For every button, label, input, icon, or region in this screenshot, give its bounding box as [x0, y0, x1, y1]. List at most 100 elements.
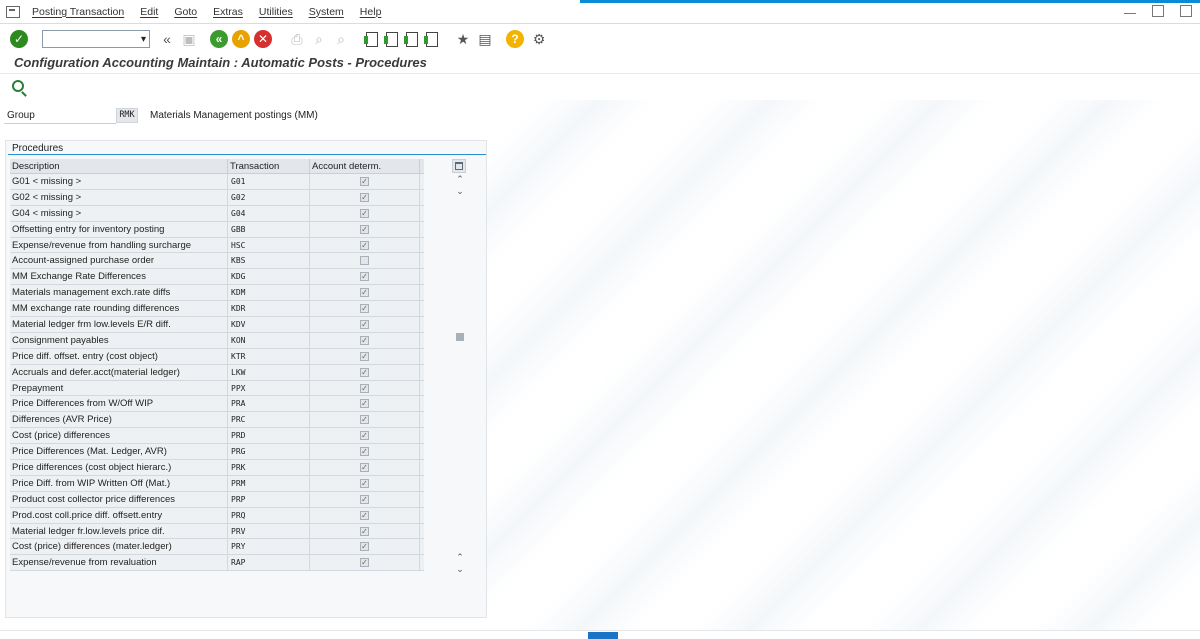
- customize-icon[interactable]: ⚙: [531, 31, 547, 47]
- account-determ-checkbox[interactable]: ✓: [360, 447, 369, 457]
- account-determ-checkbox[interactable]: ✓: [360, 240, 369, 250]
- table-row[interactable]: Expense/revenue from handling surcharge H…: [10, 237, 424, 254]
- account-determ-checkbox[interactable]: ✓: [360, 558, 369, 568]
- group-field[interactable]: RMK: [116, 108, 138, 123]
- command-field[interactable]: ▾: [42, 30, 150, 48]
- account-determ-checkbox[interactable]: ✓: [360, 510, 369, 520]
- table-row[interactable]: MM exchange rate rounding differences KDR…: [10, 301, 424, 318]
- column-settings-button[interactable]: [452, 159, 466, 173]
- collapse-icon[interactable]: «: [159, 31, 175, 47]
- table-row[interactable]: Expense/revenue from revaluation RAP ✓: [10, 555, 424, 572]
- account-determ-checkbox[interactable]: ✓: [360, 272, 369, 282]
- account-determ-checkbox[interactable]: ✓: [360, 542, 369, 552]
- account-determ-checkbox[interactable]: ✓: [360, 399, 369, 409]
- cell-description: Offsetting entry for inventory posting: [10, 221, 228, 237]
- table-row[interactable]: Cost (price) differences (mater.ledger) P…: [10, 539, 424, 556]
- cell-account-determ: ✓: [310, 285, 420, 301]
- table-row[interactable]: Offsetting entry for inventory posting GB…: [10, 221, 424, 238]
- account-determ-checkbox[interactable]: ✓: [360, 304, 369, 314]
- scroll-down-icon[interactable]: ⌄: [454, 185, 466, 197]
- account-determ-checkbox[interactable]: ✓: [360, 176, 369, 186]
- table-row[interactable]: Product cost collector price differences…: [10, 491, 424, 508]
- account-determ-checkbox[interactable]: ✓: [360, 431, 369, 441]
- account-determ-checkbox[interactable]: ✓: [360, 415, 369, 425]
- table-row[interactable]: Price diff. offset. entry (cost object) K…: [10, 348, 424, 365]
- account-determ-checkbox[interactable]: ✓: [360, 478, 369, 488]
- table-row[interactable]: MM Exchange Rate Differences KDG ✓: [10, 269, 424, 286]
- account-determ-checkbox[interactable]: ✓: [360, 351, 369, 361]
- scroll-up-icon[interactable]: ⌃: [454, 173, 466, 185]
- table-row[interactable]: Differences (AVR Price) PRC ✓: [10, 412, 424, 429]
- account-determ-checkbox[interactable]: ✓: [360, 494, 369, 504]
- close-icon[interactable]: [1180, 5, 1192, 17]
- account-determ-checkbox[interactable]: ✓: [360, 208, 369, 218]
- help-icon[interactable]: ?: [506, 30, 524, 48]
- previous-page-icon[interactable]: [384, 31, 398, 47]
- table-row[interactable]: Cost (price) differences PRD ✓: [10, 428, 424, 445]
- menu-edit[interactable]: Edit: [140, 6, 158, 18]
- details-button[interactable]: [12, 80, 30, 96]
- table-row[interactable]: Consignment payables KON ✓: [10, 332, 424, 349]
- cancel-icon[interactable]: ✕: [254, 30, 272, 48]
- system-menu-icon[interactable]: [6, 5, 20, 18]
- standard-toolbar: ✓ ▾ « ▣ « ^ ✕ ⎙ ⌕ ⌕ ★ ▤ ? ⚙: [0, 24, 1200, 54]
- menu-extras[interactable]: Extras: [213, 6, 243, 18]
- account-determ-checkbox[interactable]: ✓: [360, 288, 369, 298]
- menu-goto[interactable]: Goto: [174, 6, 197, 18]
- shortcut-icon[interactable]: ▤: [477, 31, 493, 47]
- cell-transaction: KDG: [228, 269, 310, 285]
- account-determ-checkbox[interactable]: ✓: [360, 383, 369, 393]
- enter-icon[interactable]: ✓: [10, 30, 28, 48]
- print-icon[interactable]: ⎙: [289, 31, 305, 47]
- account-determ-checkbox[interactable]: ✓: [360, 192, 369, 202]
- account-determ-checkbox[interactable]: ✓: [360, 526, 369, 536]
- vertical-scrollbar[interactable]: ⌃ ⌄: [454, 173, 466, 571]
- page-down-icon[interactable]: ⌄: [454, 563, 466, 575]
- account-determ-checkbox[interactable]: ✓: [360, 462, 369, 472]
- table-row[interactable]: Materials management exch.rate diffs KDM ✓: [10, 285, 424, 302]
- table-row[interactable]: Price Differences from W/Off WIP PRA ✓: [10, 396, 424, 413]
- minimize-icon[interactable]: [1124, 5, 1136, 14]
- account-determ-checkbox[interactable]: ✓: [360, 335, 369, 345]
- account-determ-checkbox[interactable]: ✓: [360, 319, 369, 329]
- table-row[interactable]: G04 < missing > G04 ✓: [10, 205, 424, 222]
- menu-help[interactable]: Help: [360, 6, 382, 18]
- last-page-icon[interactable]: [424, 31, 438, 47]
- cell-account-determ: ✓: [310, 523, 420, 539]
- chevron-down-icon[interactable]: ▾: [141, 34, 146, 45]
- menu-utilities[interactable]: Utilities: [259, 6, 293, 18]
- table-row[interactable]: Accruals and defer.acct(material ledger)…: [10, 364, 424, 381]
- table-row[interactable]: Prepayment PPX ✓: [10, 380, 424, 397]
- column-header-transaction[interactable]: Transaction: [228, 159, 310, 173]
- account-determ-checkbox[interactable]: ✓: [360, 224, 369, 234]
- page-up-icon[interactable]: ⌃: [454, 551, 466, 563]
- find-next-icon[interactable]: ⌕: [333, 31, 349, 47]
- table-row[interactable]: Price Differences (Mat. Ledger, AVR) PRG ✓: [10, 444, 424, 461]
- cell-description: G01 < missing >: [10, 174, 228, 189]
- find-icon[interactable]: ⌕: [311, 31, 327, 47]
- account-determ-checkbox[interactable]: [360, 256, 369, 266]
- menu-posting-transaction[interactable]: Posting Transaction: [32, 6, 124, 18]
- next-page-icon[interactable]: [404, 31, 418, 47]
- cell-description: Prod.cost coll.price diff. offsett.entry: [10, 507, 228, 523]
- menu-system[interactable]: System: [309, 6, 344, 18]
- cell-account-determ: ✓: [310, 491, 420, 507]
- table-row[interactable]: Prod.cost coll.price diff. offsett.entry…: [10, 507, 424, 524]
- exit-icon[interactable]: ^: [232, 30, 250, 48]
- account-determ-checkbox[interactable]: ✓: [360, 367, 369, 377]
- table-row[interactable]: Material ledger frm low.levels E/R diff.…: [10, 317, 424, 333]
- column-header-description[interactable]: Description: [10, 159, 228, 173]
- create-session-icon[interactable]: ★: [455, 31, 471, 47]
- table-row[interactable]: Price Diff. from WIP Written Off (Mat.) P…: [10, 475, 424, 492]
- table-row[interactable]: G01 < missing > G01 ✓: [10, 174, 424, 190]
- maximize-icon[interactable]: [1152, 5, 1164, 17]
- scroll-thumb[interactable]: [456, 333, 464, 341]
- back-icon[interactable]: «: [210, 30, 228, 48]
- table-row[interactable]: G02 < missing > G02 ✓: [10, 189, 424, 206]
- table-row[interactable]: Price differences (cost object hierarc.)…: [10, 460, 424, 476]
- table-row[interactable]: Material ledger fr.low.levels price dif.…: [10, 523, 424, 540]
- save-icon[interactable]: ▣: [181, 31, 197, 47]
- column-header-account-determ[interactable]: Account determ.: [310, 159, 420, 173]
- first-page-icon[interactable]: [364, 31, 378, 47]
- table-row[interactable]: Account-assigned purchase order KBS: [10, 253, 424, 270]
